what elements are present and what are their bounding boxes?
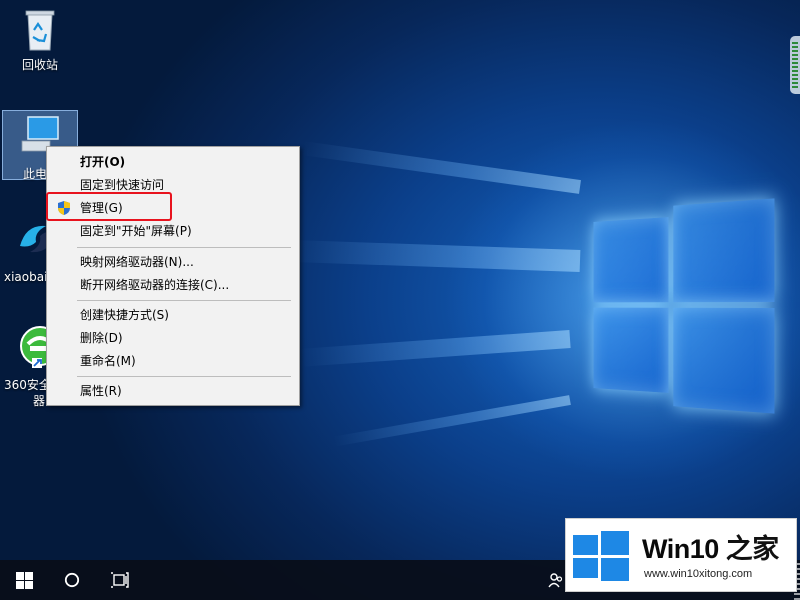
menu-separator	[77, 376, 291, 377]
menu-item-pin-quick-access[interactable]: 固定到快速访问	[47, 174, 299, 196]
desktop-icon-label: 360安全	[4, 378, 51, 392]
menu-item-open[interactable]: 打开(O)	[47, 151, 299, 173]
side-floating-widget[interactable]	[790, 36, 800, 94]
menu-separator	[77, 247, 291, 248]
menu-item-delete[interactable]: 删除(D)	[47, 327, 299, 349]
menu-item-disconnect-drive[interactable]: 断开网络驱动器的连接(C)...	[47, 274, 299, 296]
menu-item-manage[interactable]: 管理(G)	[47, 197, 299, 219]
start-button[interactable]	[0, 560, 48, 600]
desktop-icon-label: xiaobai	[4, 270, 48, 284]
task-view-button[interactable]	[96, 560, 144, 600]
uac-shield-icon	[58, 201, 70, 215]
watermark-brand: Win10 之家	[642, 534, 779, 564]
wallpaper-light-beam	[300, 330, 571, 367]
wallpaper-light-beam	[332, 395, 571, 447]
people-icon	[548, 573, 563, 588]
desktop-icon-label: 此电	[23, 167, 48, 181]
context-menu: 打开(O) 固定到快速访问 管理(G) 固定到"开始"屏幕(P) 映射网络驱动器…	[46, 146, 300, 406]
menu-item-pin-start[interactable]: 固定到"开始"屏幕(P)	[47, 220, 299, 242]
desktop-icon-recycle-bin[interactable]: 回收站	[2, 8, 78, 73]
cortana-circle-icon	[64, 572, 80, 588]
watermark-badge: Win10 之家 www.win10xitong.com	[565, 518, 797, 592]
menu-item-create-shortcut[interactable]: 创建快捷方式(S)	[47, 304, 299, 326]
cortana-search-button[interactable]	[48, 560, 96, 600]
windows-logo-icon	[573, 531, 629, 581]
windows-start-icon	[15, 571, 33, 589]
menu-item-properties[interactable]: 属性(R)	[47, 380, 299, 402]
menu-separator	[77, 300, 291, 301]
task-view-icon	[111, 572, 129, 588]
desktop-icon-label: 回收站	[21, 58, 58, 72]
desktop[interactable]: 回收站 此电 xiaobai 360安全 器 打开(O) 固定到快速访问 管理(…	[0, 0, 800, 600]
wallpaper-light-beam	[301, 141, 581, 194]
wallpaper-light-beam	[289, 239, 581, 272]
menu-item-rename[interactable]: 重命名(M)	[47, 350, 299, 372]
widget-lines	[792, 42, 798, 88]
watermark-url: www.win10xitong.com	[644, 568, 753, 580]
recycle-bin-icon	[25, 10, 55, 51]
menu-item-map-drive[interactable]: 映射网络驱动器(N)...	[47, 251, 299, 273]
desktop-icon-label: 器	[33, 394, 46, 408]
wallpaper-windows-logo	[593, 190, 780, 420]
